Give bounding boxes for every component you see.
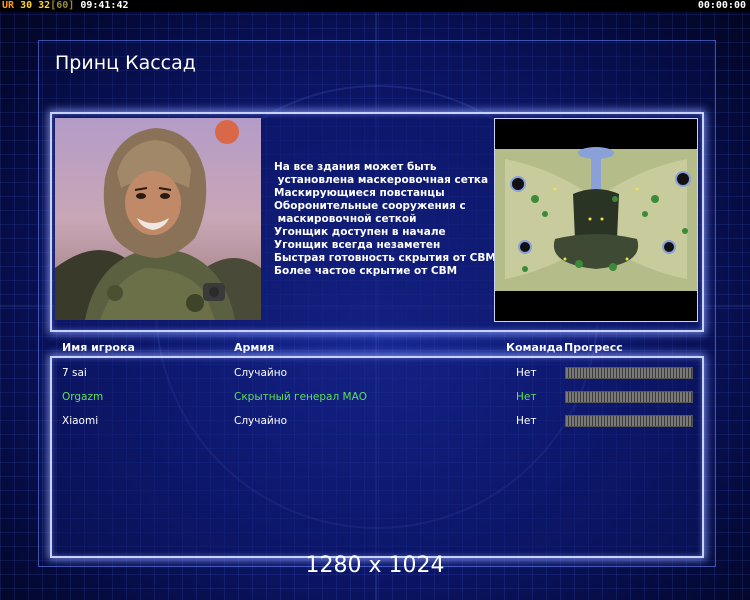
player-progress-bar [565, 391, 693, 403]
player-list-panel [50, 356, 704, 558]
fps-value: 32 [38, 0, 51, 11]
player-army: Скрытный генерал МАО [234, 391, 368, 403]
map-preview-image [495, 119, 697, 321]
player-name: Xiaomi [62, 415, 99, 427]
game-timer: 00:00:00 [697, 0, 746, 11]
resolution-label: 1280 x 1024 [305, 553, 445, 578]
feature-line: Более частое скрытие от СВМ [274, 265, 458, 277]
feature-line: маскировочной сеткой [274, 213, 417, 225]
column-header-progress: Прогресс [564, 341, 623, 354]
feature-line: Оборонительные сооружения с [274, 200, 466, 212]
feature-line: Угонщик всегда незаметен [274, 239, 441, 251]
player-progress-bar [565, 367, 693, 379]
ur-label: UR [2, 0, 15, 11]
general-title: Принц Кассад [55, 52, 196, 74]
status-bar: UR 30 32[60] 09:41:42 00:00:00 [0, 0, 750, 12]
general-portrait [55, 118, 261, 320]
clock: 09:41:42 [80, 0, 129, 11]
status-left: UR 30 32[60] 09:41:42 [2, 0, 129, 12]
map-preview [494, 118, 698, 322]
column-header-team: Команда [506, 341, 563, 354]
player-team: Нет [516, 391, 537, 403]
feature-line: Маскирующиеся повстанцы [274, 187, 445, 199]
column-header-army: Армия [234, 341, 275, 354]
player-army: Случайно [234, 367, 288, 379]
feature-line: Быстрая готовность скрытия от СВМ [274, 252, 496, 264]
fps-cap: [60] [50, 0, 75, 11]
player-name: Orgazm [62, 391, 104, 403]
player-team: Нет [516, 367, 537, 379]
feature-line: Угонщик доступен в начале [274, 226, 446, 238]
player-army: Случайно [234, 415, 288, 427]
player-team: Нет [516, 415, 537, 427]
player-progress-bar [565, 415, 693, 427]
general-features-list: На все здания может быть установлена мас… [274, 161, 496, 278]
ping-value: 30 [20, 0, 33, 11]
feature-line: установлена маскеровочная сетка [274, 174, 489, 186]
feature-line: На все здания может быть [274, 161, 437, 173]
column-header-player: Имя игрока [62, 341, 135, 354]
player-name: 7 sai [62, 367, 87, 379]
portrait-image [55, 118, 261, 320]
